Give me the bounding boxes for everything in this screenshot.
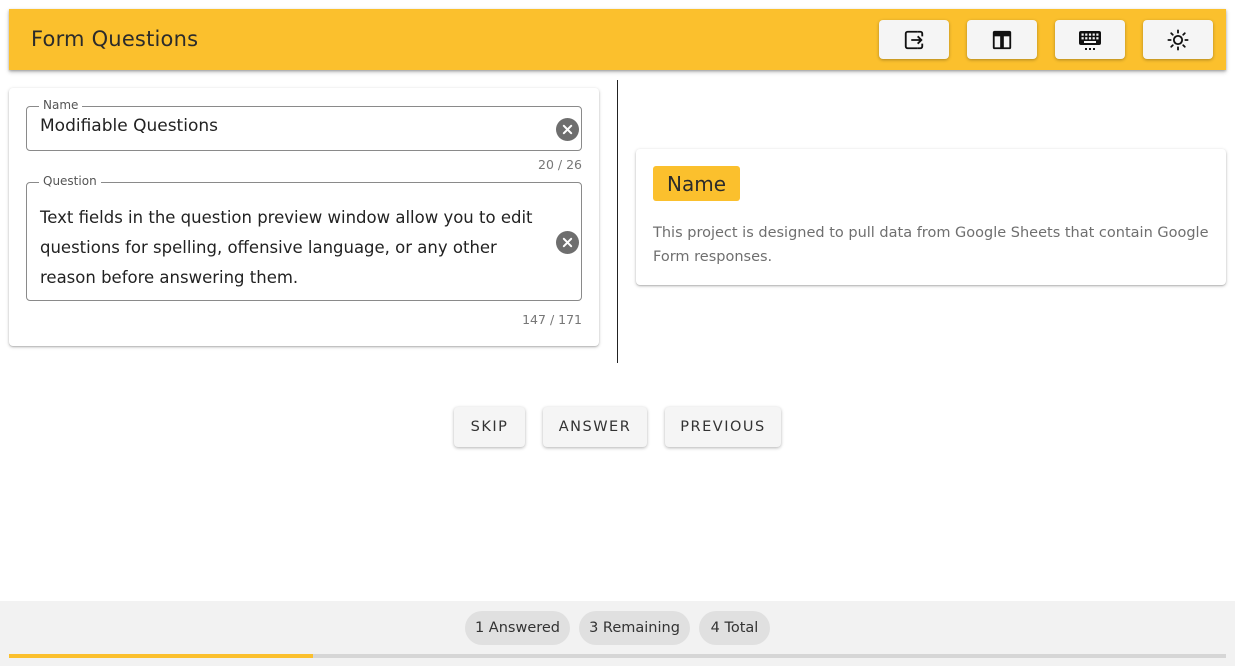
progress-bar-fill bbox=[9, 654, 314, 658]
remaining-chip: 3 Remaining bbox=[579, 611, 690, 645]
brightness-icon bbox=[1167, 28, 1189, 51]
table-button[interactable] bbox=[967, 20, 1037, 59]
name-field[interactable]: Name Modifiable Questions bbox=[26, 98, 582, 151]
export-button[interactable] bbox=[879, 20, 949, 59]
name-char-counter: 20 / 26 bbox=[538, 157, 582, 172]
question-field[interactable]: Question Text fields in the question pre… bbox=[26, 174, 582, 301]
question-editor-card: Name Modifiable Questions 20 / 26 Questi… bbox=[9, 88, 599, 346]
answered-chip: 1 Answered bbox=[465, 611, 570, 645]
table-icon bbox=[992, 30, 1012, 49]
page-title: Form Questions bbox=[31, 27, 199, 51]
previous-button[interactable]: PREVIOUS bbox=[665, 407, 781, 447]
progress-bar bbox=[9, 654, 1226, 658]
total-chip: 4 Total bbox=[699, 611, 770, 645]
panel-divider bbox=[617, 80, 618, 363]
preview-card: Name This project is designed to pull da… bbox=[636, 149, 1226, 285]
answer-button[interactable]: ANSWER bbox=[543, 407, 647, 447]
question-char-counter: 147 / 171 bbox=[522, 312, 582, 327]
name-field-label: Name bbox=[39, 98, 83, 112]
app-bar: Form Questions bbox=[9, 9, 1226, 70]
status-footer: 1 Answered 3 Remaining 4 Total bbox=[0, 601, 1235, 666]
close-icon bbox=[562, 124, 573, 135]
keyboard-icon bbox=[1079, 30, 1101, 50]
close-icon bbox=[562, 237, 573, 248]
skip-button[interactable]: SKIP bbox=[454, 407, 525, 447]
export-icon bbox=[904, 30, 924, 49]
name-field-value[interactable]: Modifiable Questions bbox=[40, 116, 218, 136]
preview-description: This project is designed to pull data fr… bbox=[653, 225, 1209, 265]
preview-tag: Name bbox=[653, 166, 741, 201]
question-field-label: Question bbox=[39, 174, 101, 188]
keyboard-button[interactable] bbox=[1055, 20, 1125, 59]
clear-question-button[interactable] bbox=[556, 231, 579, 254]
clear-name-button[interactable] bbox=[556, 118, 579, 141]
theme-button[interactable] bbox=[1143, 20, 1213, 59]
question-field-value[interactable]: Text fields in the question preview wind… bbox=[40, 203, 545, 293]
